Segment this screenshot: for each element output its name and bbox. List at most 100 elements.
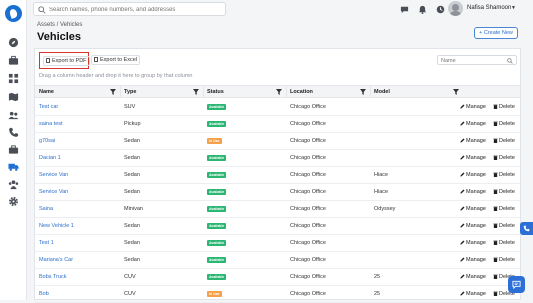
phone-float-button[interactable] (520, 222, 533, 235)
vehicle-location: Chicago Office (290, 274, 326, 280)
status-badge: Available (207, 240, 227, 246)
chat-float-button[interactable] (508, 276, 525, 293)
filter-icon[interactable] (360, 89, 366, 95)
vehicle-name-link[interactable]: Dacian 1 (39, 150, 61, 166)
truck-icon[interactable] (8, 161, 19, 172)
manage-button[interactable]: Manage (460, 99, 486, 115)
vehicles-grid: Export to PDF Export to Excel Drag a col… (34, 48, 521, 303)
vehicle-location: Chicago Office (290, 138, 326, 144)
vehicle-type: Sedan (124, 155, 140, 161)
table-row[interactable]: Mariana's Car Sedan Available Chicago Offic… (35, 252, 520, 269)
vehicle-location: Chicago Office (290, 223, 326, 229)
avatar[interactable] (448, 1, 463, 16)
delete-button[interactable]: Delete (493, 133, 515, 149)
global-search[interactable] (33, 2, 226, 16)
vehicle-name-link[interactable]: Test 1 (39, 235, 54, 251)
filter-icon[interactable] (110, 89, 116, 95)
table-row[interactable]: Test 1 Sedan Available Chicago Office Manage… (35, 235, 520, 252)
app-logo[interactable] (5, 5, 22, 22)
filter-icon[interactable] (453, 89, 459, 95)
name-filter-input[interactable] (441, 57, 506, 64)
delete-button[interactable]: Delete (493, 99, 515, 115)
column-header-status[interactable]: Status (207, 86, 224, 98)
delete-button[interactable]: Delete (493, 184, 515, 200)
filter-icon[interactable] (276, 89, 282, 95)
table-row[interactable]: New Vehicle 1 Sedan Available Chicago Offic… (35, 218, 520, 235)
team-icon[interactable] (8, 179, 19, 190)
delete-button[interactable]: Delete (493, 150, 515, 166)
table-row[interactable]: saina test Pickup Available Chicago Office M… (35, 116, 520, 133)
manage-button[interactable]: Manage (460, 235, 486, 251)
vehicle-type: Sedan (124, 223, 140, 229)
column-header-model[interactable]: Model (374, 86, 390, 98)
bell-icon[interactable] (418, 5, 427, 14)
table-row[interactable]: Bobs Truck CUV Available Chicago Office 25 Ma… (35, 269, 520, 286)
status-badge: Available (207, 155, 227, 161)
delete-button[interactable]: Delete (493, 201, 515, 217)
table-row[interactable]: Dacian 1 Sedan Available Chicago Office Mana… (35, 150, 520, 167)
status-badge: Available (207, 121, 227, 127)
vehicle-name-link[interactable]: Saina (39, 201, 53, 217)
delete-button[interactable]: Delete (493, 218, 515, 234)
create-new-button[interactable]: + Create New (474, 27, 518, 39)
delete-button[interactable]: Delete (493, 252, 515, 268)
name-filter[interactable] (437, 55, 517, 65)
manage-button[interactable]: Manage (460, 252, 486, 268)
delete-button[interactable]: Delete (493, 116, 515, 132)
table-row[interactable]: Service Van Sedan Available Chicago Office H… (35, 184, 520, 201)
status-badge: Available (207, 189, 227, 195)
vehicle-name-link[interactable]: saina test (39, 116, 63, 132)
manage-button[interactable]: Manage (460, 201, 486, 217)
toolbox-icon[interactable] (8, 144, 19, 155)
table-row[interactable]: Bob CUV In Use Chicago Office 25 Manage Delete (35, 286, 520, 303)
search-input[interactable] (49, 4, 219, 15)
column-header-type[interactable]: Type (124, 86, 136, 98)
delete-button[interactable]: Delete (493, 167, 515, 183)
table-row[interactable]: Service Van Sedan Available Chicago Office H… (35, 167, 520, 184)
chat-icon[interactable] (400, 5, 409, 14)
vehicle-name-link[interactable]: Bobs Truck (39, 269, 67, 285)
table-row[interactable]: Saina Minivan Available Chicago Office Odyss… (35, 201, 520, 218)
export-pdf-button[interactable]: Export to PDF (43, 56, 90, 66)
vehicle-model: 25 (374, 274, 381, 280)
breadcrumb: Assets / Vehicles (37, 22, 83, 28)
manage-button[interactable]: Manage (460, 150, 486, 166)
briefcase-icon[interactable] (8, 55, 19, 66)
filter-icon[interactable] (193, 89, 199, 95)
status-badge: Available (207, 104, 227, 110)
phone-icon[interactable] (8, 127, 19, 138)
vehicle-name-link[interactable]: Service Van (39, 184, 68, 200)
clock-icon[interactable] (436, 5, 445, 14)
map-icon[interactable] (8, 91, 19, 102)
users-icon[interactable] (8, 110, 19, 121)
column-header-name[interactable]: Name (39, 86, 54, 98)
user-name[interactable]: Nafisa Shamoon (467, 5, 511, 11)
vehicle-name-link[interactable]: Service Van (39, 167, 68, 183)
compass-icon[interactable] (8, 37, 19, 48)
vehicle-name-link[interactable]: g70sai (39, 133, 55, 149)
gear-icon[interactable] (8, 196, 19, 207)
column-header-location[interactable]: Location (290, 86, 313, 98)
vehicle-name-link[interactable]: New Vehicle 1 (39, 218, 74, 234)
manage-button[interactable]: Manage (460, 184, 486, 200)
manage-button[interactable]: Manage (460, 116, 486, 132)
column-divider (120, 86, 121, 98)
vehicle-location: Chicago Office (290, 155, 326, 161)
vehicle-type: CUV (124, 274, 136, 280)
vehicle-name-link[interactable]: Mariana's Car (39, 252, 73, 268)
delete-button[interactable]: Delete (493, 235, 515, 251)
table-row[interactable]: Test car SUV Available Chicago Office Manage… (35, 99, 520, 116)
vehicle-model: Hiace (374, 172, 389, 178)
chevron-down-icon[interactable]: ▼ (511, 5, 516, 11)
grid-icon[interactable] (8, 73, 19, 84)
table-row[interactable]: g70sai Sedan In Use Chicago Office Manage Del… (35, 133, 520, 150)
manage-button[interactable]: Manage (460, 133, 486, 149)
manage-button[interactable]: Manage (460, 269, 486, 285)
manage-button[interactable]: Manage (460, 218, 486, 234)
document-icon (46, 58, 50, 63)
vehicle-name-link[interactable]: Test car (39, 99, 58, 115)
status-badge: Available (207, 274, 227, 280)
manage-button[interactable]: Manage (460, 167, 486, 183)
vehicle-location: Chicago Office (290, 121, 326, 127)
export-excel-button[interactable]: Export to Excel (91, 55, 140, 65)
